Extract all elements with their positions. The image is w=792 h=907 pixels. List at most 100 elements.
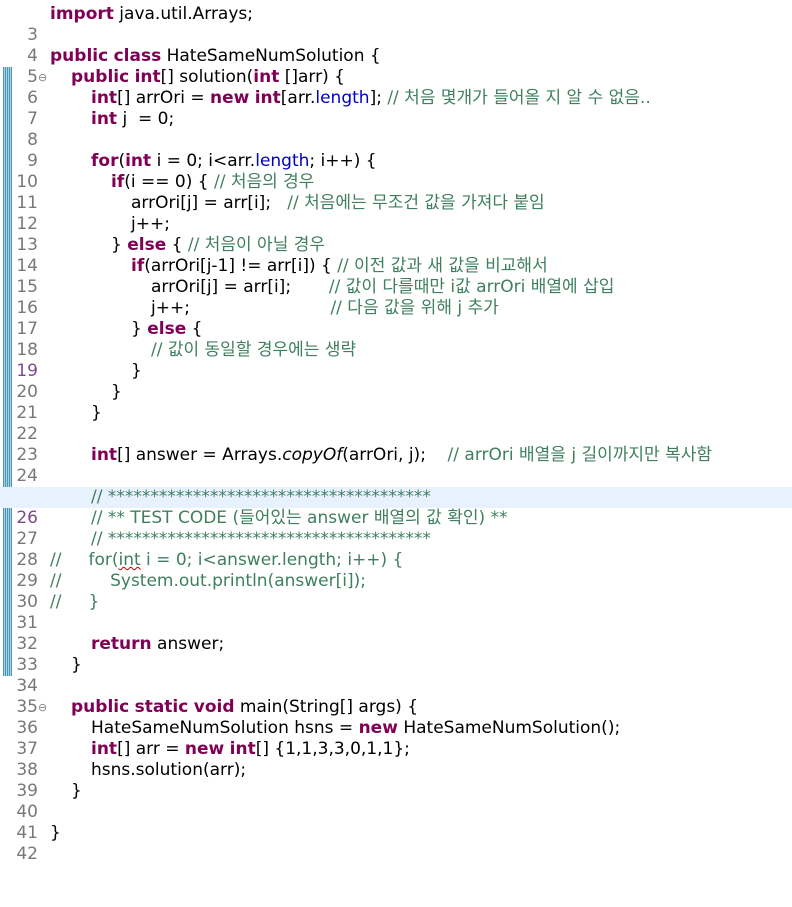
code-text: HateSameNumSolution hsns =: [91, 718, 359, 738]
code-line-29[interactable]: 29 // for(int i = 0; i<answer.length; i+…: [0, 550, 792, 591]
code-line-31[interactable]: 31 // }: [0, 592, 792, 633]
fold-collapse-icon[interactable]: ⊖: [38, 68, 47, 87]
code-line-19[interactable]: 19 // 값이 동일할 경우에는 생략: [0, 340, 792, 381]
code-line-27[interactable]: 27 // ** TEST CODE (들어있는 answer 배열의 값 확인…: [0, 508, 792, 549]
code-line-9[interactable]: 9: [0, 130, 792, 171]
comment: // 값이 다를때만 i값 arrOri 배열에 삽입: [328, 277, 615, 297]
code-line-13[interactable]: 13 j++;: [0, 214, 792, 255]
code-line-10[interactable]: 10 for(int i = 0; i<arr.length; i++) {: [0, 151, 792, 192]
keyword: int: [91, 445, 118, 465]
code-text: HateSameNumSolution {: [161, 46, 381, 66]
fold-collapse-icon[interactable]: ⊖: [38, 698, 47, 717]
code-line-32[interactable]: 32: [0, 613, 792, 654]
code-text: main(String[] args) {: [234, 697, 419, 717]
code-text: arrOri[j] = arr[i];: [131, 193, 288, 213]
code-text: {: [186, 319, 203, 339]
code-text: j = 0;: [117, 109, 175, 129]
code-text: (i == 0) {: [124, 172, 214, 192]
code-text: []arr) {: [279, 67, 345, 87]
code-line-39[interactable]: 39 hsns.solution(arr);: [0, 760, 792, 801]
line-number: 42: [16, 844, 38, 864]
code-line-14[interactable]: 14 } else { // 처음이 아닐 경우: [0, 235, 792, 276]
code-line-4[interactable]: 4: [0, 25, 792, 66]
code-text: [] answer = Arrays.: [117, 445, 283, 465]
code-line-34[interactable]: 34 }: [0, 655, 792, 696]
comment: // 값이 동일할 경우에는 생략: [151, 340, 357, 360]
code-text: hsns.solution(arr);: [91, 760, 247, 780]
keyword: return: [91, 634, 152, 654]
code-text: [] arrOri =: [117, 88, 210, 108]
code-text: [] {1,1,3,3,0,1,1};: [255, 739, 410, 759]
code-line-42[interactable]: 42 }: [0, 823, 792, 864]
keyword: int: [229, 739, 256, 759]
code-text: answer;: [151, 634, 225, 654]
keyword: int: [253, 67, 280, 87]
keyword: new: [358, 718, 398, 738]
code-text: ];: [369, 88, 388, 108]
comment: // 이전 값과 새 값을 비교해서: [337, 256, 548, 276]
code-line-18[interactable]: 18 } else {: [0, 319, 792, 360]
keyword: public: [71, 697, 130, 717]
keyword: if: [111, 172, 125, 192]
code-text: }: [111, 235, 128, 255]
code-text: arrOri[j] = arr[i];: [151, 277, 329, 297]
code-text: j++;: [131, 214, 170, 234]
comment: // ** TEST CODE (들어있는 answer 배열의 값 확인) *…: [91, 508, 508, 528]
code-line-41[interactable]: 41: [0, 802, 792, 843]
code-line-23[interactable]: 23: [0, 424, 792, 465]
code-text: {: [166, 235, 188, 255]
keyword: public: [50, 46, 109, 66]
code-text: [arr.: [280, 88, 316, 108]
keyword: else: [147, 319, 187, 339]
keyword: int: [91, 109, 118, 129]
comment-misspelled-word: int: [118, 550, 141, 570]
code-line-35[interactable]: 35: [0, 676, 792, 717]
keyword: int: [254, 88, 281, 108]
code-text: i = 0; i<arr.: [151, 151, 256, 171]
code-text: j++;: [151, 298, 331, 318]
code-text: HateSameNumSolution();: [397, 718, 621, 738]
code-line-15[interactable]: 15 if(arrOri[j-1] != arr[i]) { // 이전 값과 …: [0, 256, 792, 297]
field-ref: length: [255, 151, 310, 171]
code-line-7[interactable]: 7 int[] arrOri = new int[arr.length]; //…: [0, 88, 792, 129]
keyword: for: [91, 151, 119, 171]
code-line-20[interactable]: 20 }: [0, 361, 792, 402]
code-line-25[interactable]: 25: [0, 466, 792, 507]
code-line-36[interactable]: 36 ⊖ public static void main(String[] ar…: [0, 697, 792, 738]
keyword: else: [127, 235, 167, 255]
code-line-21[interactable]: 21 }: [0, 382, 792, 423]
comment: // for(: [50, 550, 119, 570]
code-text: (arrOri, j);: [342, 445, 448, 465]
code-line-3[interactable]: 3 import java.util.Arrays;: [0, 4, 792, 45]
code-text: (arrOri[j-1] != arr[i]) {: [144, 256, 338, 276]
keyword: static: [134, 697, 189, 717]
code-line-28[interactable]: 28 // **********************************…: [0, 529, 792, 570]
code-line-40[interactable]: 40 }: [0, 781, 792, 822]
code-line-22[interactable]: 22 }: [0, 403, 792, 444]
code-line-5[interactable]: 5 public class HateSameNumSolution {: [0, 46, 792, 87]
code-line-11[interactable]: 11 if(i == 0) { // 처음의 경우: [0, 172, 792, 213]
comment: // 처음 몇개가 들어올 지 알 수 없음..: [387, 88, 651, 108]
code-line-12[interactable]: 12 arrOri[j] = arr[i]; // 처음에는 무조건 값을 가져…: [0, 193, 792, 234]
code-line-17[interactable]: 17 j++; // 다음 값을 위해 j 추가: [0, 298, 792, 339]
code-editor[interactable]: 3 import java.util.Arrays; 4 5 public cl…: [0, 0, 792, 864]
keyword: int: [125, 151, 152, 171]
code-line-26[interactable]: 26 // **********************************…: [0, 487, 792, 528]
code-line-30[interactable]: 30 // System.out.println(answer[i]);: [0, 571, 792, 612]
keyword: int: [91, 739, 118, 759]
comment: // 다음 값을 위해 j 추가: [330, 298, 499, 318]
code-line-24[interactable]: 24 int[] answer = Arrays.copyOf(arrOri, …: [0, 445, 792, 486]
code-text: }: [71, 781, 82, 801]
code-line-8[interactable]: 8 int j = 0;: [0, 109, 792, 150]
code-line-16[interactable]: 16 arrOri[j] = arr[i]; // 값이 다를때만 i값 arr…: [0, 277, 792, 318]
code-text: [] arr =: [117, 739, 185, 759]
code-text: }: [111, 382, 122, 402]
code-line-37[interactable]: 37 HateSameNumSolution hsns = new HateSa…: [0, 718, 792, 759]
code-line-33[interactable]: 33 return answer;: [0, 634, 792, 675]
field-ref: length: [315, 88, 370, 108]
code-line-38[interactable]: 38 int[] arr = new int[] {1,1,3,3,0,1,1}…: [0, 739, 792, 780]
code-line-6[interactable]: 6 ⊖ public int[] solution(int []arr) {: [0, 67, 792, 108]
code-text: }: [91, 403, 102, 423]
keyword: new: [184, 739, 225, 759]
code-text: [] solution(: [160, 67, 254, 87]
